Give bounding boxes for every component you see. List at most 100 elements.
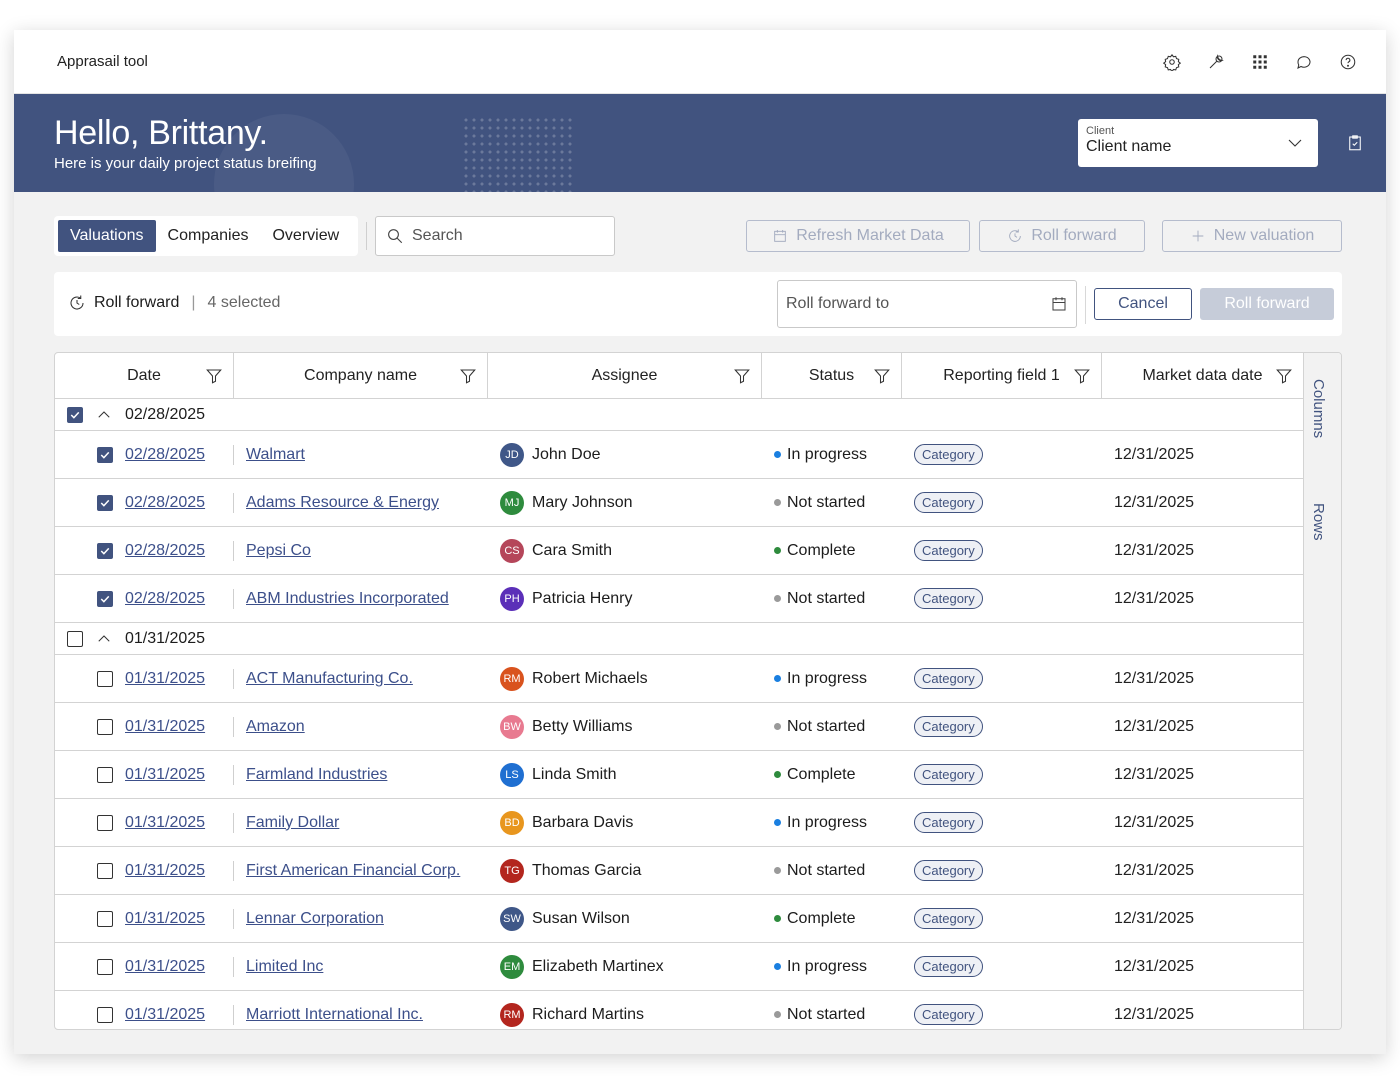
filter-icon[interactable] [873,367,891,385]
table-row[interactable]: 01/31/2025 Family Dollar BD Barbara Davis In… [55,799,1303,847]
valuation-date-link[interactable]: 01/31/2025 [125,1006,205,1024]
company-link[interactable]: Pepsi Co [246,542,311,560]
tab-overview[interactable]: Overview [260,220,351,252]
valuation-date-link[interactable]: 02/28/2025 [125,542,205,560]
refresh-market-data-button[interactable]: Refresh Market Data [746,220,970,252]
new-valuation-button[interactable]: New valuation [1162,220,1342,252]
row-checkbox[interactable] [97,590,113,607]
category-tag[interactable]: Category [914,955,983,977]
row-checkbox[interactable] [97,862,113,879]
chat-icon[interactable] [1292,50,1316,74]
market-data-date: 12/31/2025 [1114,861,1195,879]
company-link[interactable]: Lennar Corporation [246,910,384,928]
company-link[interactable]: Amazon [246,718,305,736]
tab-companies[interactable]: Companies [156,220,261,252]
table-row[interactable]: 02/28/2025 Adams Resource & Energy MJ Mary … [55,479,1303,527]
settings-icon[interactable] [1160,50,1184,74]
chevron-up-icon[interactable] [95,406,113,424]
app-grid-icon[interactable] [1248,50,1272,74]
filter-icon[interactable] [1073,367,1091,385]
valuation-date-link[interactable]: 02/28/2025 [125,446,205,464]
category-tag[interactable]: Category [914,491,983,513]
company-link[interactable]: Marriott International Inc. [246,1006,423,1024]
category-tag[interactable]: Category [914,587,983,609]
roll-forward-date-picker[interactable]: Roll forward to [777,280,1077,328]
company-link[interactable]: Farmland Industries [246,766,387,784]
columns-panel-tab[interactable]: Columns [1310,379,1327,438]
rows-panel-tab[interactable]: Rows [1310,503,1327,541]
company-link[interactable]: Adams Resource & Energy [246,494,439,512]
valuation-date-link[interactable]: 02/28/2025 [125,590,205,608]
help-icon[interactable] [1336,50,1360,74]
status-text: In progress [787,669,868,687]
category-tag[interactable]: Category [914,443,983,465]
roll-forward-toolbar-button[interactable]: Roll forward [979,220,1145,252]
category-tag[interactable]: Category [914,763,983,785]
valuation-date-link[interactable]: 01/31/2025 [125,862,205,880]
column-header-company[interactable]: Company name [234,353,488,398]
category-tag[interactable]: Category [914,539,983,561]
row-checkbox[interactable] [97,670,113,687]
row-checkbox[interactable] [97,718,113,735]
table-row[interactable]: 01/31/2025 Limited Inc EM Elizabeth Martine… [55,943,1303,991]
filter-icon[interactable] [459,367,477,385]
table-row[interactable]: 02/28/2025 ABM Industries Incorporated PH P… [55,575,1303,623]
cancel-button[interactable]: Cancel [1094,288,1192,320]
valuation-date-link[interactable]: 01/31/2025 [125,670,205,688]
table-row[interactable]: 02/28/2025 Walmart JD John Doe In progress Ca… [55,431,1303,479]
wrench-icon[interactable] [1204,50,1228,74]
category-tag[interactable]: Category [914,715,983,737]
row-checkbox[interactable] [97,1006,113,1023]
table-row[interactable]: 01/31/2025 Farmland Industries LS Linda Smi… [55,751,1303,799]
search-input[interactable] [412,227,602,245]
column-header-market-date[interactable]: Market data date [1102,353,1303,398]
table-row[interactable]: 01/31/2025 Marriott International Inc. RM R… [55,991,1303,1029]
avatar: TG [500,858,524,883]
row-checkbox[interactable] [97,766,113,783]
column-header-reporting[interactable]: Reporting field 1 [902,353,1102,398]
table-row[interactable]: 01/31/2025 First American Financial Corp.… [55,847,1303,895]
table-row[interactable]: 01/31/2025 Lennar Corporation SW Susan Wils… [55,895,1303,943]
valuation-date-link[interactable]: 01/31/2025 [125,958,205,976]
row-checkbox[interactable] [97,542,113,559]
group-checkbox[interactable] [67,406,83,423]
client-select[interactable]: Client Client name [1078,119,1318,167]
chevron-up-icon[interactable] [95,630,113,648]
category-tag[interactable]: Category [914,1003,983,1025]
row-checkbox[interactable] [97,910,113,927]
valuation-date-link[interactable]: 02/28/2025 [125,494,205,512]
clipboard-check-icon[interactable] [1346,134,1364,152]
company-link[interactable]: Limited Inc [246,958,323,976]
company-link[interactable]: First American Financial Corp. [246,862,460,880]
app-title: Apprasail tool [57,53,148,70]
filter-icon[interactable] [733,367,751,385]
category-tag[interactable]: Category [914,667,983,689]
filter-icon[interactable] [1275,367,1293,385]
category-tag[interactable]: Category [914,907,983,929]
tab-valuations[interactable]: Valuations [58,220,156,252]
company-link[interactable]: ABM Industries Incorporated [246,590,449,608]
valuation-date-link[interactable]: 01/31/2025 [125,766,205,784]
group-checkbox[interactable] [67,630,83,647]
selected-count: 4 selected [207,294,281,311]
row-checkbox[interactable] [97,814,113,831]
table-row[interactable]: 02/28/2025 Pepsi Co CS Cara Smith Complete Ca… [55,527,1303,575]
company-link[interactable]: ACT Manufacturing Co. [246,670,413,688]
column-header-status[interactable]: Status [762,353,902,398]
row-checkbox[interactable] [97,958,113,975]
roll-forward-submit-button[interactable]: Roll forward [1200,288,1334,320]
valuation-date-link[interactable]: 01/31/2025 [125,910,205,928]
column-header-date[interactable]: Date [55,353,234,398]
valuation-date-link[interactable]: 01/31/2025 [125,718,205,736]
category-tag[interactable]: Category [914,859,983,881]
company-link[interactable]: Walmart [246,446,305,464]
company-link[interactable]: Family Dollar [246,814,339,832]
row-checkbox[interactable] [97,446,113,463]
column-header-assignee[interactable]: Assignee [488,353,762,398]
table-row[interactable]: 01/31/2025 Amazon BW Betty Williams Not star… [55,703,1303,751]
category-tag[interactable]: Category [914,811,983,833]
valuation-date-link[interactable]: 01/31/2025 [125,814,205,832]
filter-icon[interactable] [205,367,223,385]
table-row[interactable]: 01/31/2025 ACT Manufacturing Co. RM Robert … [55,655,1303,703]
row-checkbox[interactable] [97,494,113,511]
